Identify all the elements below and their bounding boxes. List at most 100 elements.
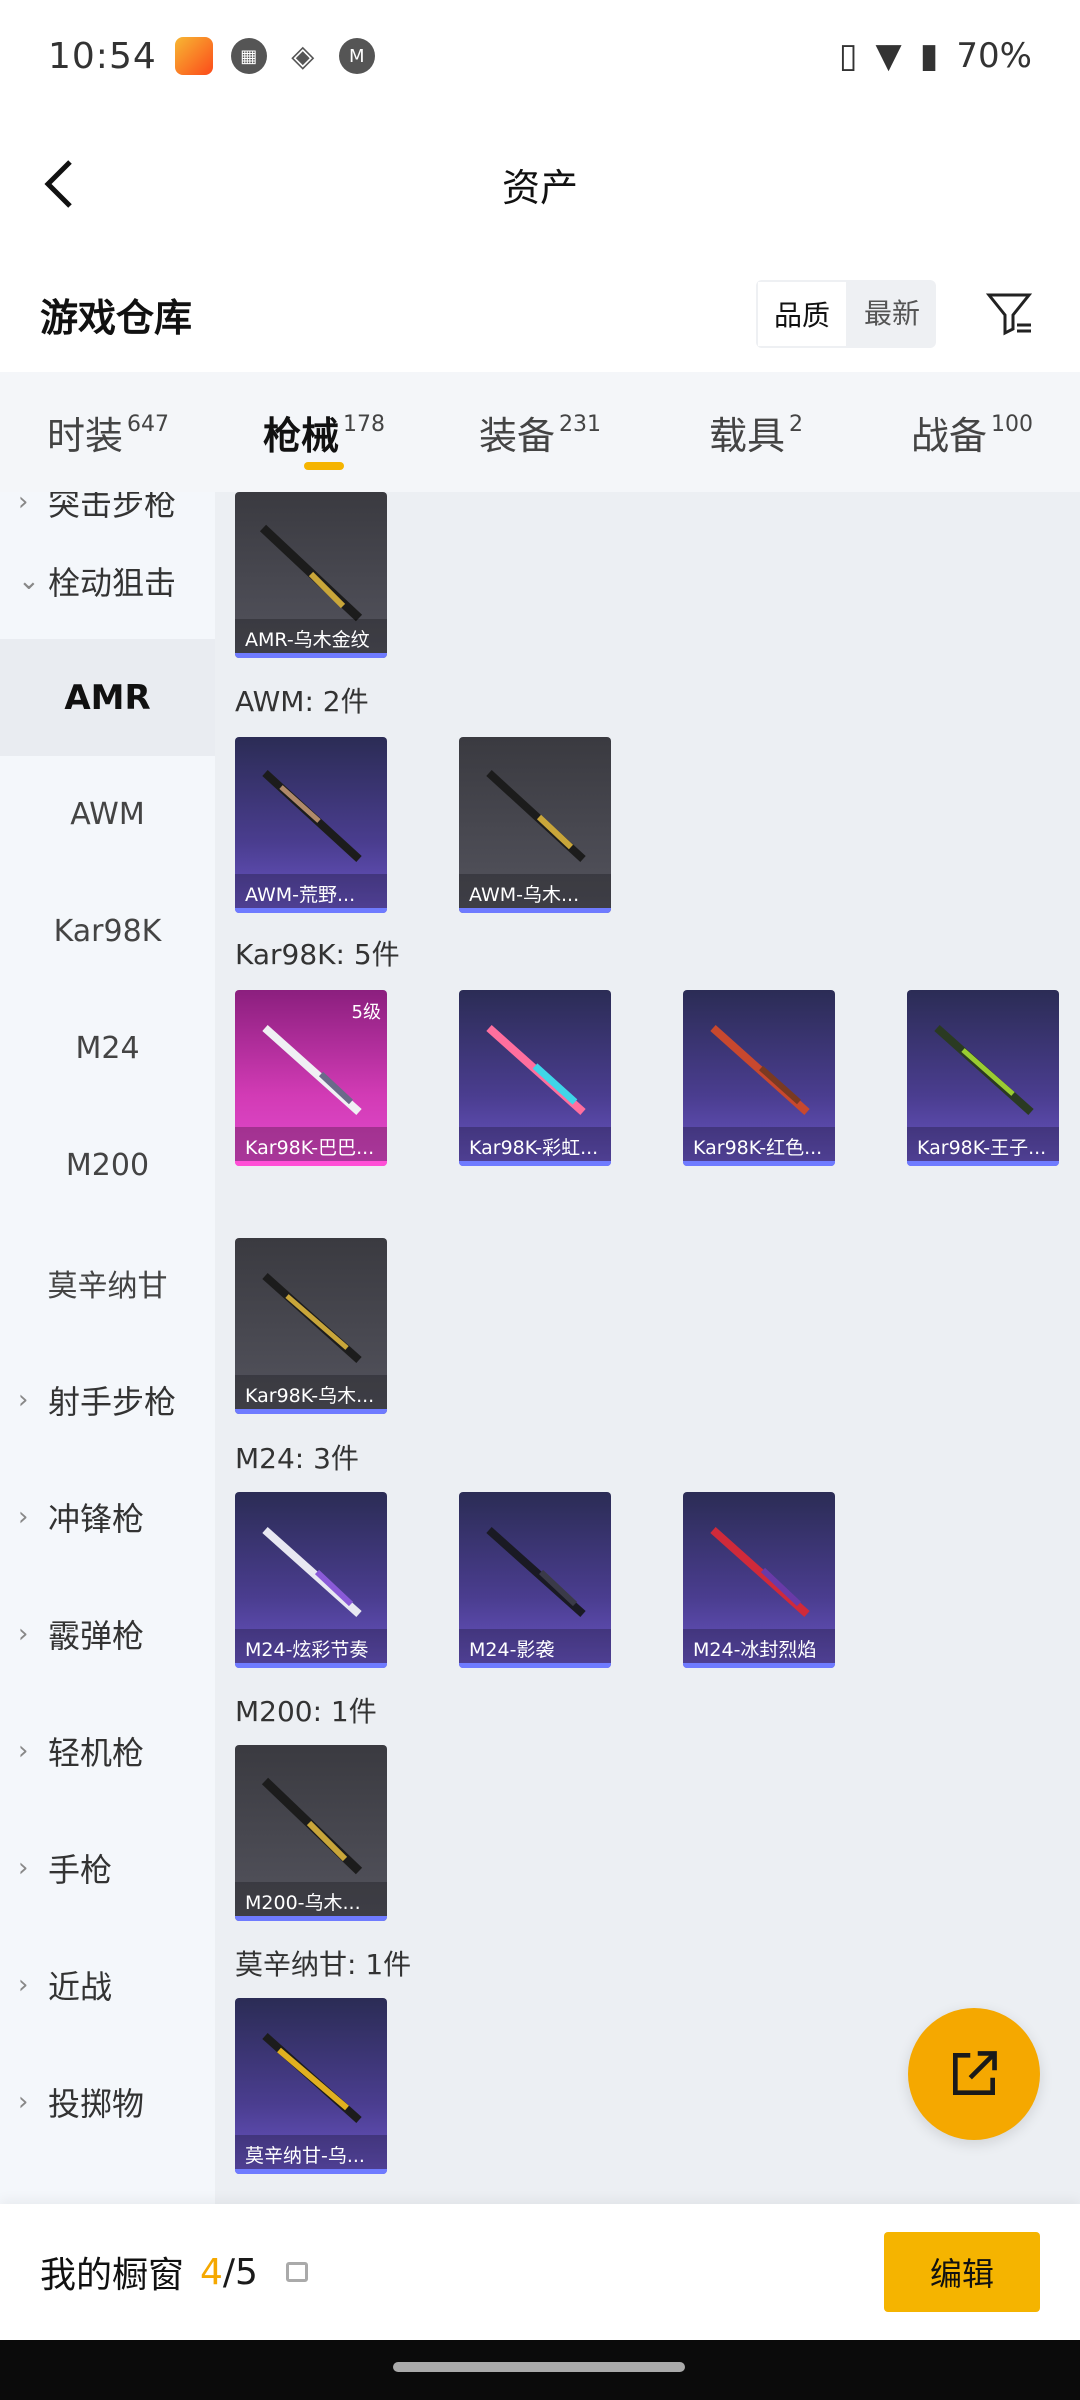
item-card[interactable]: AMR-乌木金纹 [235, 492, 387, 658]
tab-weapons[interactable]: 枪械 178 [216, 372, 432, 492]
game-app-icon [174, 37, 213, 75]
item-card[interactable]: M24-冰封烈焰 [683, 1492, 835, 1668]
group-label-m200: M200: 1件 [235, 1695, 377, 1728]
quality-bar [907, 1161, 1059, 1166]
sidebar-sub-awm[interactable]: AWM [0, 756, 215, 873]
sniper-rifle-icon [710, 1025, 810, 1115]
chevron-right-icon: › [18, 492, 29, 517]
system-nav-bar [0, 2340, 1080, 2400]
item-name: 莫辛纳甘-乌... [235, 2135, 387, 2169]
item-name: M200-乌木... [235, 1882, 387, 1916]
filter-icon [985, 293, 1033, 336]
sidebar-item-lmg[interactable]: › 轻机枪 [0, 1692, 215, 1809]
calendar-icon: ▦ [230, 38, 267, 74]
tab-equipment[interactable]: 装备 231 [432, 372, 648, 492]
chevron-right-icon: › [18, 1384, 29, 1415]
item-name: M24-冰封烈焰 [683, 1629, 835, 1663]
sniper-rifle-icon [486, 770, 586, 862]
item-card[interactable]: AWM-荒野... [235, 737, 387, 913]
battery-icon: ▮ [919, 36, 939, 76]
sort-quality-button[interactable]: 品质 [755, 280, 848, 348]
sidebar-item-pistol[interactable]: › 手枪 [0, 1809, 215, 1926]
item-card[interactable]: 莫辛纳甘-乌... [235, 1998, 387, 2174]
page-title: 资产 [501, 165, 578, 210]
showcase-count: 4/5 [200, 2251, 258, 2293]
sidebar-sub-kar98k[interactable]: Kar98K [0, 873, 215, 990]
item-card[interactable]: AWM-乌木... [459, 737, 611, 913]
sidebar-sub-m200[interactable]: M200 [0, 1107, 215, 1224]
sidebar-sub-m24[interactable]: M24 [0, 990, 215, 1107]
quality-bar [459, 1663, 611, 1668]
quality-bar [235, 2169, 387, 2174]
sniper-rifle-icon [262, 1025, 362, 1115]
sniper-rifle-icon [262, 1527, 362, 1617]
tab-vehicles[interactable]: 载具 2 [648, 372, 864, 492]
tab-fashion[interactable]: 时装 647 [0, 372, 216, 492]
sniper-rifle-icon [934, 1025, 1034, 1115]
section-title: 游戏仓库 [40, 295, 193, 340]
weapon-category-sidebar: › 突击步枪 ⌄ 栓动狙击 AMR AWM Kar98K M24 M200 莫辛纳甘… [0, 492, 215, 2204]
vibrate-icon: ▯ [838, 36, 858, 76]
item-card[interactable]: Kar98K-彩虹... [459, 990, 611, 1166]
group-label-mosin: 莫辛纳甘: 1件 [235, 1948, 412, 1981]
quality-bar [459, 908, 611, 913]
item-card[interactable]: Kar98K-乌木... [235, 1238, 387, 1414]
status-time: 10:54 [48, 35, 157, 77]
sidebar-sub-mosin[interactable]: 莫辛纳甘 [0, 1224, 215, 1341]
sidebar-sub-amr[interactable]: AMR [0, 639, 215, 756]
chevron-left-icon [44, 160, 72, 208]
item-card[interactable]: Kar98K-红色... [683, 990, 835, 1166]
quality-bar [235, 1409, 387, 1414]
sniper-rifle-icon [710, 1527, 810, 1617]
filter-button[interactable] [980, 284, 1040, 344]
chevron-right-icon: › [18, 1852, 29, 1883]
status-bar: 10:54 ▦ ◈ M ▯ ▼ ▮ 70% [0, 0, 1080, 112]
item-card[interactable]: M24-炫彩节奏 [235, 1492, 387, 1668]
sidebar-item-melee[interactable]: › 近战 [0, 1926, 215, 2043]
quality-bar [235, 1916, 387, 1921]
home-gesture-handle[interactable] [393, 2362, 685, 2372]
group-label-awm: AWM: 2件 [235, 685, 369, 718]
item-card[interactable]: Kar98K-王子... [907, 990, 1059, 1166]
showcase-bar: 我的橱窗 4/5 编辑 [0, 2204, 1080, 2340]
shield-icon: ◈ [291, 38, 315, 74]
external-link-icon [953, 2051, 997, 2095]
motorola-icon: M [338, 38, 375, 74]
quality-bar [235, 1663, 387, 1668]
sidebar-item-throwable[interactable]: › 投掷物 [0, 2043, 215, 2160]
tab-combat-gear[interactable]: 战备 100 [864, 372, 1080, 492]
sniper-rifle-icon [262, 770, 362, 862]
sort-newest-button[interactable]: 最新 [848, 280, 936, 348]
lock-icon [285, 2262, 308, 2282]
back-button[interactable] [28, 152, 92, 216]
chevron-right-icon: › [18, 1618, 29, 1649]
sidebar-item-shotgun[interactable]: › 霰弹枪 [0, 1575, 215, 1692]
item-name: AWM-乌木... [459, 874, 611, 908]
edit-button[interactable]: 编辑 [884, 2232, 1040, 2312]
share-fab-button[interactable] [908, 2008, 1040, 2140]
sniper-rifle-icon [262, 1273, 362, 1363]
chevron-right-icon: › [18, 2086, 29, 2117]
group-label-m24: M24: 3件 [235, 1442, 359, 1475]
item-name: Kar98K-彩虹... [459, 1127, 611, 1161]
sidebar-item-assault-rifle[interactable]: › 突击步枪 [0, 492, 215, 523]
item-name: AMR-乌木金纹 [235, 619, 387, 653]
sidebar-item-smg[interactable]: › 冲锋枪 [0, 1458, 215, 1575]
item-card[interactable]: M200-乌木... [235, 1745, 387, 1921]
item-name: Kar98K-红色... [683, 1127, 835, 1161]
showcase-label: 我的橱窗 [40, 2255, 185, 2296]
tab-underline [304, 462, 344, 470]
item-card[interactable]: M24-影袭 [459, 1492, 611, 1668]
sidebar-item-dmr[interactable]: › 射手步枪 [0, 1341, 215, 1458]
item-grid: AMR-乌木金纹 AWM: 2件 AWM-荒野... AWM-乌木... Kar… [215, 492, 1080, 2204]
item-level-badge: 5级 [351, 1002, 381, 1023]
sidebar-item-bolt-sniper[interactable]: ⌄ 栓动狙击 [0, 522, 215, 639]
section-header: 游戏仓库 品质 最新 [0, 256, 1080, 372]
chevron-right-icon: › [18, 1969, 29, 2000]
chevron-down-icon: ⌄ [18, 565, 40, 596]
group-label-kar98k: Kar98K: 5件 [235, 938, 400, 971]
item-name: Kar98K-王子... [907, 1127, 1059, 1161]
quality-bar [235, 1161, 387, 1166]
item-card[interactable]: 5级 Kar98K-巴巴... [235, 990, 387, 1166]
quality-bar [683, 1663, 835, 1668]
